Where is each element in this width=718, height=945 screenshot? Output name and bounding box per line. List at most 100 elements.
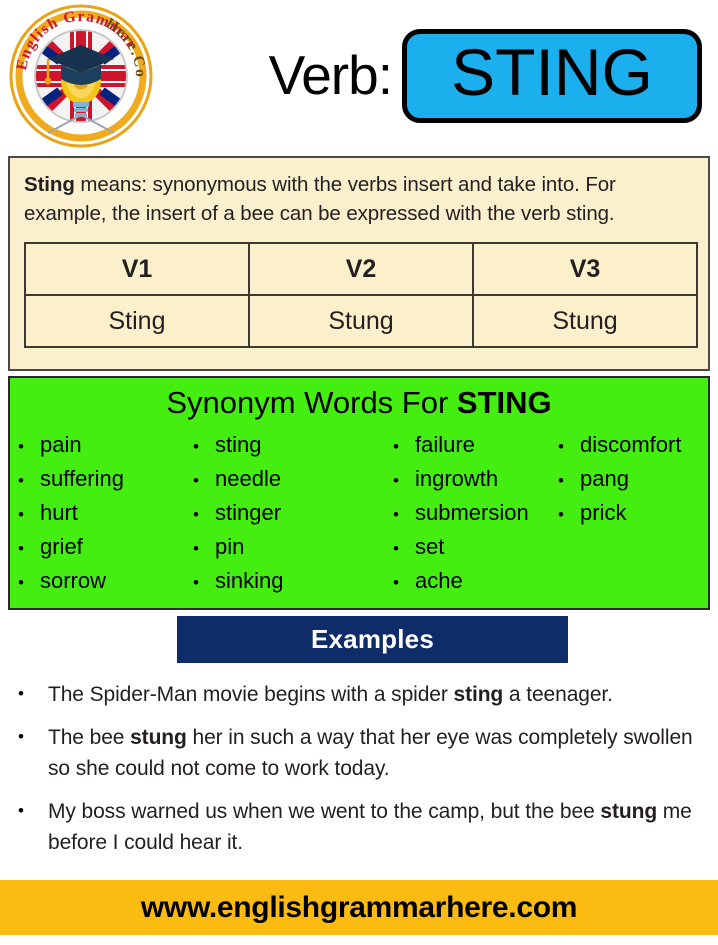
synonym-word: failure xyxy=(415,432,475,458)
list-item: • ingrowth xyxy=(393,462,558,496)
bullet-icon: • xyxy=(393,471,399,491)
bullet-icon: • xyxy=(393,573,399,593)
list-item: • sorrow xyxy=(18,564,193,598)
synonym-word: prick xyxy=(580,500,627,526)
example-bold: sting xyxy=(453,683,504,706)
bullet-icon: • xyxy=(18,801,24,821)
bullet-icon: • xyxy=(18,684,24,703)
table-header-v2: V2 xyxy=(248,242,474,297)
bullet-icon: • xyxy=(18,437,24,457)
list-item: • My boss warned us when we went to the … xyxy=(18,797,700,858)
synonym-word: submersion xyxy=(415,500,529,526)
examples-heading-bar: Examples xyxy=(177,616,568,663)
bullet-icon: • xyxy=(393,539,399,559)
table-header-v1: V1 xyxy=(24,242,250,297)
bullet-icon: • xyxy=(393,437,399,457)
verb-value: STING xyxy=(451,35,653,110)
table-row-headers: V1 V2 V3 xyxy=(24,242,698,297)
synonym-word: ache xyxy=(415,568,463,594)
verb-label: Verb: xyxy=(268,44,393,107)
synonym-word: ingrowth xyxy=(415,466,499,492)
synonyms-title: Synonym Words For STING xyxy=(10,378,708,420)
synonyms-panel: Synonym Words For STING • pain • suffering… xyxy=(8,376,710,610)
definition-rest: means: synonymous with the verbs insert … xyxy=(24,173,616,226)
synonyms-title-word: STING xyxy=(456,385,552,420)
list-item: • The Spider-Man movie begins with a spi… xyxy=(18,680,700,710)
list-item: • pin xyxy=(193,530,393,564)
list-item: • grief xyxy=(18,530,193,564)
synonym-word: stinger xyxy=(215,500,282,526)
examples-list: • The Spider-Man movie begins with a spi… xyxy=(18,680,700,871)
list-item: • set xyxy=(393,530,558,564)
page-header: English Grammar Here.Com Verb: STING xyxy=(0,0,718,152)
verb-value-box: STING xyxy=(402,29,702,123)
synonyms-column-1: • pain • suffering • hurt • grief • sorrow xyxy=(18,428,193,598)
synonyms-column-2: • sting • needle • stinger • pin • sinking xyxy=(193,428,393,598)
list-item: • The bee stung her in such a way that h… xyxy=(18,723,700,784)
bullet-icon: • xyxy=(18,573,24,593)
list-item: • discomfort xyxy=(558,428,708,462)
bullet-icon: • xyxy=(558,471,564,491)
definition-term: Sting xyxy=(24,173,75,196)
verb-forms-table: V1 V2 V3 Sting Stung Stung xyxy=(24,242,698,349)
example-pre: The Spider-Man movie begins with a spide… xyxy=(48,683,454,706)
synonym-word: sorrow xyxy=(40,568,107,594)
example-bold: stung xyxy=(130,726,187,750)
example-sentence: My boss warned us when we went to the ca… xyxy=(48,797,700,858)
bullet-icon: • xyxy=(193,573,199,593)
synonym-word: pang xyxy=(580,466,629,492)
list-item: • submersion xyxy=(393,496,558,530)
definition-text: Sting means: synonymous with the verbs i… xyxy=(24,170,694,228)
synonym-word: suffering xyxy=(40,466,124,492)
bullet-icon: • xyxy=(193,471,199,491)
list-item: • prick xyxy=(558,496,708,530)
list-item: • ache xyxy=(393,564,558,598)
example-sentence: The Spider-Man movie begins with a spide… xyxy=(48,680,613,710)
table-row-values: Sting Stung Stung xyxy=(24,294,698,349)
bullet-icon: • xyxy=(558,437,564,457)
bullet-icon: • xyxy=(18,539,24,559)
synonym-word: needle xyxy=(215,466,282,492)
bullet-icon: • xyxy=(193,539,199,559)
logo-badge-icon: English Grammar Here.Com xyxy=(8,3,153,148)
synonyms-column-3: • failure • ingrowth • submersion • set • ach… xyxy=(393,428,558,598)
examples-heading-text: Examples xyxy=(310,624,434,654)
synonyms-column-4: • discomfort • pang • prick xyxy=(558,428,708,598)
list-item: • suffering xyxy=(18,462,193,496)
bullet-icon: • xyxy=(193,505,199,525)
example-pre: The bee xyxy=(48,726,131,750)
list-item: • hurt xyxy=(18,496,193,530)
bullet-icon: • xyxy=(393,505,399,525)
example-pre: My boss warned us when we went to the ca… xyxy=(48,800,601,824)
bullet-icon: • xyxy=(18,505,24,525)
list-item: • stinger xyxy=(193,496,393,530)
synonym-word: pain xyxy=(40,432,82,458)
synonym-word: discomfort xyxy=(580,432,682,458)
synonyms-grid: • pain • suffering • hurt • grief • sorrow • s… xyxy=(10,420,708,598)
definition-panel: Sting means: synonymous with the verbs i… xyxy=(8,156,710,371)
table-cell-v2: Stung xyxy=(248,294,474,349)
footer-url: www.englishgrammarhere.com xyxy=(140,890,578,924)
synonym-word: grief xyxy=(40,534,83,560)
list-item: • pang xyxy=(558,462,708,496)
table-cell-v3: Stung xyxy=(472,294,698,349)
synonym-word: set xyxy=(415,534,445,560)
example-sentence: The bee stung her in such a way that her… xyxy=(48,723,700,784)
list-item: • needle xyxy=(193,462,393,496)
list-item: • sinking xyxy=(193,564,393,598)
title-row: Verb: STING xyxy=(154,29,718,123)
synonym-word: pin xyxy=(215,534,245,560)
synonym-word: sinking xyxy=(215,568,284,594)
bullet-icon: • xyxy=(18,727,24,747)
footer-bar: www.englishgrammarhere.com xyxy=(0,880,718,935)
bullet-icon: • xyxy=(193,437,199,457)
list-item: • pain xyxy=(18,428,193,462)
synonym-word: hurt xyxy=(40,500,78,526)
example-bold: stung xyxy=(600,800,658,824)
synonyms-title-prefix: Synonym Words For xyxy=(166,385,457,420)
table-header-v3: V3 xyxy=(472,242,698,297)
bullet-icon: • xyxy=(18,471,24,491)
table-cell-v1: Sting xyxy=(24,294,250,349)
site-logo: English Grammar Here.Com xyxy=(8,3,154,149)
list-item: • failure xyxy=(393,428,558,462)
